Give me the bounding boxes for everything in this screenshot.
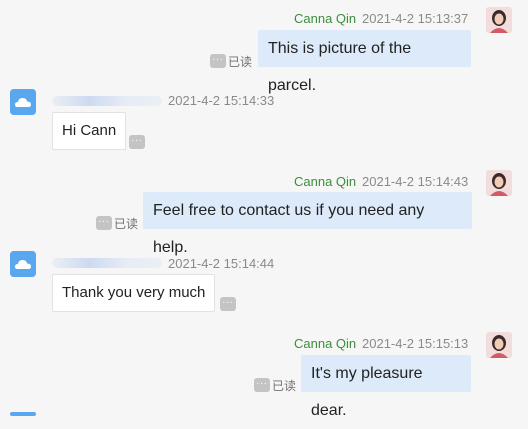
sender-name-redacted <box>52 96 162 106</box>
message-timestamp: 2021-4-2 15:14:43 <box>362 174 469 189</box>
user-avatar[interactable] <box>486 170 512 196</box>
ellipsis-icon[interactable]: ... <box>254 377 270 392</box>
ellipsis-icon[interactable]: ... <box>210 53 226 68</box>
read-status: 已读 <box>272 379 297 393</box>
message-timestamp: 2021-4-2 15:14:33 <box>168 93 275 108</box>
message-timestamp: 2021-4-2 15:13:37 <box>362 11 469 26</box>
sender-name: Canna Qin <box>294 11 357 26</box>
sender-name-redacted <box>52 258 162 268</box>
user-avatar[interactable] <box>486 332 512 358</box>
message-bubble[interactable]: Hi Cann <box>52 112 127 150</box>
message-timestamp: 2021-4-2 15:14:44 <box>168 256 275 271</box>
user-avatar[interactable] <box>486 7 512 33</box>
read-status: 已读 <box>114 217 139 231</box>
message-bubble[interactable]: Feel free to contact us if you need any … <box>143 192 472 256</box>
message-bubble[interactable]: This is picture of the parcel. <box>258 30 471 94</box>
woman-photo-icon <box>486 7 512 33</box>
message-bubble[interactable]: Thank you very much <box>52 274 216 312</box>
read-status: 已读 <box>228 55 253 69</box>
ellipsis-icon[interactable]: ... <box>96 215 112 230</box>
message-bubble[interactable]: It's my pleasure dear. <box>301 355 471 419</box>
sender-name: Canna Qin <box>294 336 357 351</box>
ellipsis-icon[interactable]: ... <box>220 296 236 311</box>
sender-name: Canna Qin <box>294 174 357 189</box>
contact-avatar[interactable] <box>10 251 36 277</box>
contact-avatar[interactable] <box>10 412 36 416</box>
blue-cloud-icon <box>10 251 36 277</box>
blue-cloud-icon <box>10 89 36 115</box>
contact-avatar[interactable] <box>10 89 36 115</box>
message-timestamp: 2021-4-2 15:15:13 <box>362 336 469 351</box>
ellipsis-icon[interactable]: ... <box>129 134 145 149</box>
woman-photo-icon <box>486 332 512 358</box>
woman-photo-icon <box>486 170 512 196</box>
